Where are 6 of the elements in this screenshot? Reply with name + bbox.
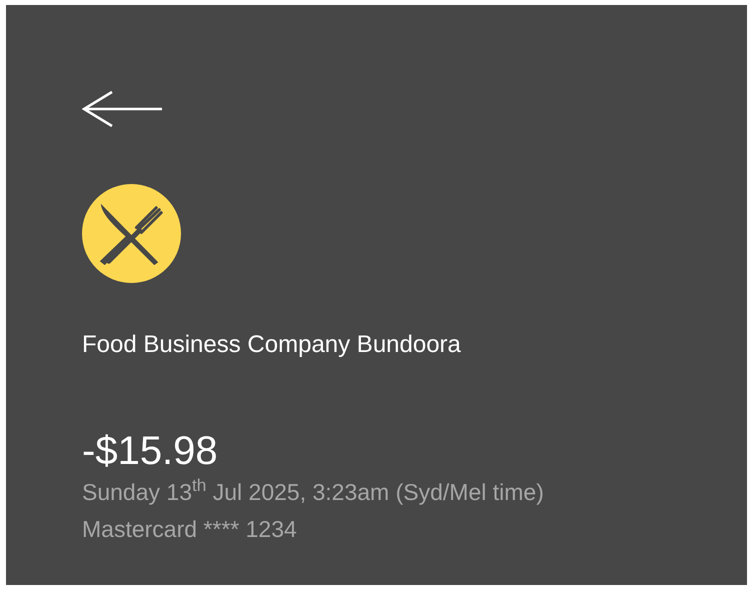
back-arrow-icon[interactable] <box>82 90 162 128</box>
knife-fork-icon <box>82 184 181 283</box>
card-number: Mastercard **** 1234 <box>82 514 298 544</box>
amount: -$15.98 <box>82 428 219 475</box>
merchant-name: Food Business Company Bundoora <box>82 330 462 360</box>
transaction-date: Sunday 13$^{th}$ Jul 2025, 3:23am (Syd/Mel time) <box>82 478 545 507</box>
